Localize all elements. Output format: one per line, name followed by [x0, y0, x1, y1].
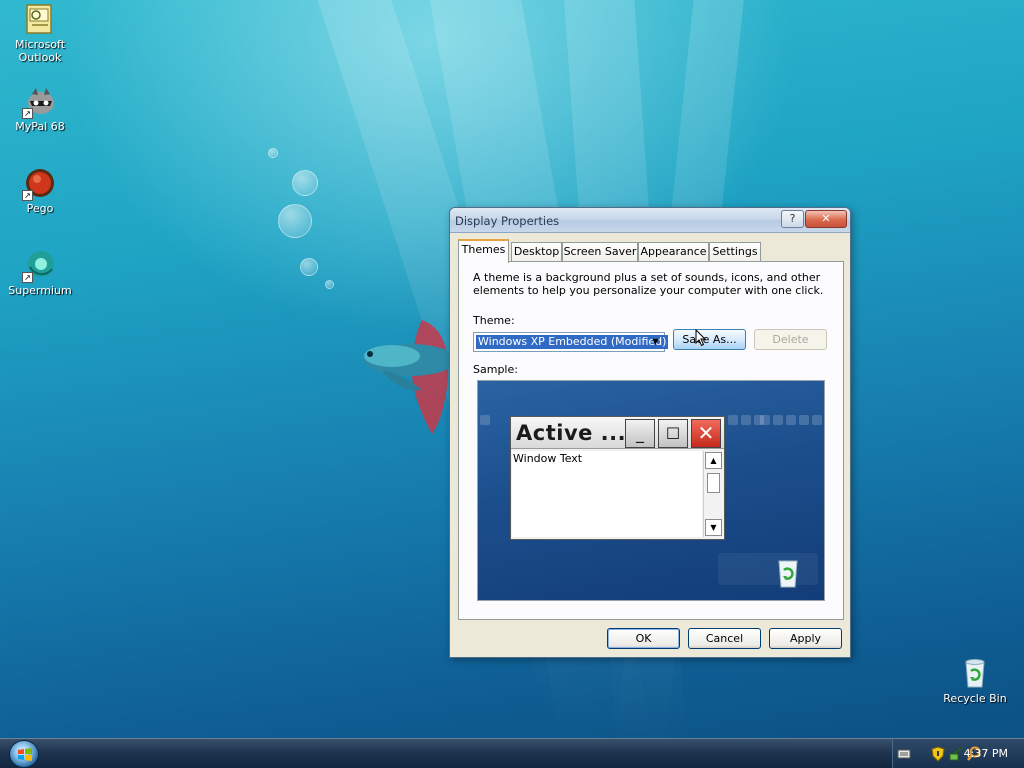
theme-dropdown[interactable]: Windows XP Embedded (Modified) ▼ [473, 332, 669, 352]
sample-scrollbar: ▲ ▼ [703, 451, 723, 537]
display-properties-dialog: Display Properties ? ✕ Themes Desktop Sc… [449, 207, 851, 658]
outlook-icon [24, 3, 56, 35]
pego-icon: ↗ [22, 167, 56, 201]
bubble [268, 148, 278, 158]
theme-description: A theme is a background plus a set of so… [473, 271, 824, 297]
sample-decoration [480, 415, 490, 425]
recycle-bin-icon [959, 657, 991, 689]
bubble [325, 280, 334, 289]
fish-image [364, 320, 452, 434]
desktop-icon-label: MyPal 68 [15, 120, 65, 133]
dialog-titlebar[interactable]: Display Properties ? ✕ [450, 208, 850, 233]
desktop-icon-label: Microsoft Outlook [14, 38, 66, 64]
shortcut-arrow-icon: ↗ [22, 190, 33, 201]
dialog-title: Display Properties [455, 214, 560, 228]
bubble [292, 170, 318, 196]
desktop-icon-label: Supermium [8, 284, 72, 297]
theme-selected-value: Windows XP Embedded (Modified) [476, 335, 669, 349]
recycle-bin-icon [778, 560, 798, 588]
taskbar: 4:37 PM [0, 738, 1024, 768]
desktop-icon-outlook[interactable]: Microsoft Outlook [1, 3, 79, 64]
windows-logo-icon [18, 748, 32, 761]
tab-themes[interactable]: Themes [458, 239, 509, 263]
keyboard-icon[interactable] [897, 748, 911, 760]
help-button[interactable]: ? [781, 210, 804, 228]
scroll-thumb [707, 473, 720, 493]
sample-titlebar: Active ... _ ☐ ✕ [511, 417, 724, 449]
sample-window-title: Active ... [516, 421, 627, 445]
tab-settings[interactable]: Settings [709, 242, 761, 262]
desktop-icon-supermium[interactable]: ↗ Supermium [1, 249, 79, 297]
shortcut-arrow-icon: ↗ [22, 108, 33, 119]
supermium-icon: ↗ [22, 249, 56, 283]
taskbar-clock[interactable]: 4:37 PM [964, 747, 1008, 760]
sample-window-body: Window Text [512, 451, 702, 537]
themes-panel: A theme is a background plus a set of so… [458, 261, 844, 620]
tab-screen-saver[interactable]: Screen Saver [562, 242, 638, 262]
sample-decoration [760, 415, 822, 425]
scroll-down-icon: ▼ [705, 519, 722, 536]
cancel-button[interactable]: Cancel [688, 628, 761, 649]
maximize-icon: ☐ [658, 419, 688, 448]
close-button[interactable]: ✕ [805, 210, 847, 228]
desktop-icon-mypal[interactable]: ↗ MyPal 68 [1, 85, 79, 133]
theme-label: Theme: [473, 314, 515, 327]
scroll-up-icon: ▲ [705, 452, 722, 469]
network-icon[interactable] [949, 746, 963, 762]
tab-desktop[interactable]: Desktop [511, 242, 562, 262]
apply-button[interactable]: Apply [769, 628, 842, 649]
chevron-down-icon[interactable]: ▼ [648, 334, 663, 350]
theme-sample-preview: Active ... _ ☐ ✕ Window Text ▲ ▼ [477, 380, 825, 601]
close-icon: ✕ [691, 419, 721, 448]
bubble [278, 204, 312, 238]
bubble [300, 258, 318, 276]
sample-decoration [728, 415, 764, 425]
start-button[interactable] [9, 740, 39, 768]
system-tray: 4:37 PM [892, 739, 1024, 768]
desktop-icon-pego[interactable]: ↗ Pego [1, 167, 79, 215]
sample-window-text: Window Text [513, 452, 583, 465]
sample-decoration [718, 553, 818, 585]
desktop-icon-label: Recycle Bin [943, 692, 1007, 705]
shortcut-arrow-icon: ↗ [22, 272, 33, 283]
ok-button[interactable]: OK [607, 628, 680, 649]
mouse-pointer-icon [695, 329, 707, 347]
delete-button[interactable]: Delete [754, 329, 827, 350]
sample-label: Sample: [473, 363, 518, 376]
save-as-button[interactable]: Save As... [673, 329, 746, 350]
tab-appearance[interactable]: Appearance [638, 242, 709, 262]
minimize-icon: _ [625, 419, 655, 448]
security-shield-icon[interactable] [931, 746, 945, 762]
desktop-icon-recycle-bin[interactable]: Recycle Bin [936, 657, 1014, 705]
desktop-icon-label: Pego [26, 202, 54, 215]
sample-active-window: Active ... _ ☐ ✕ Window Text ▲ ▼ [510, 416, 725, 540]
mypal-raccoon-icon: ↗ [22, 85, 56, 119]
